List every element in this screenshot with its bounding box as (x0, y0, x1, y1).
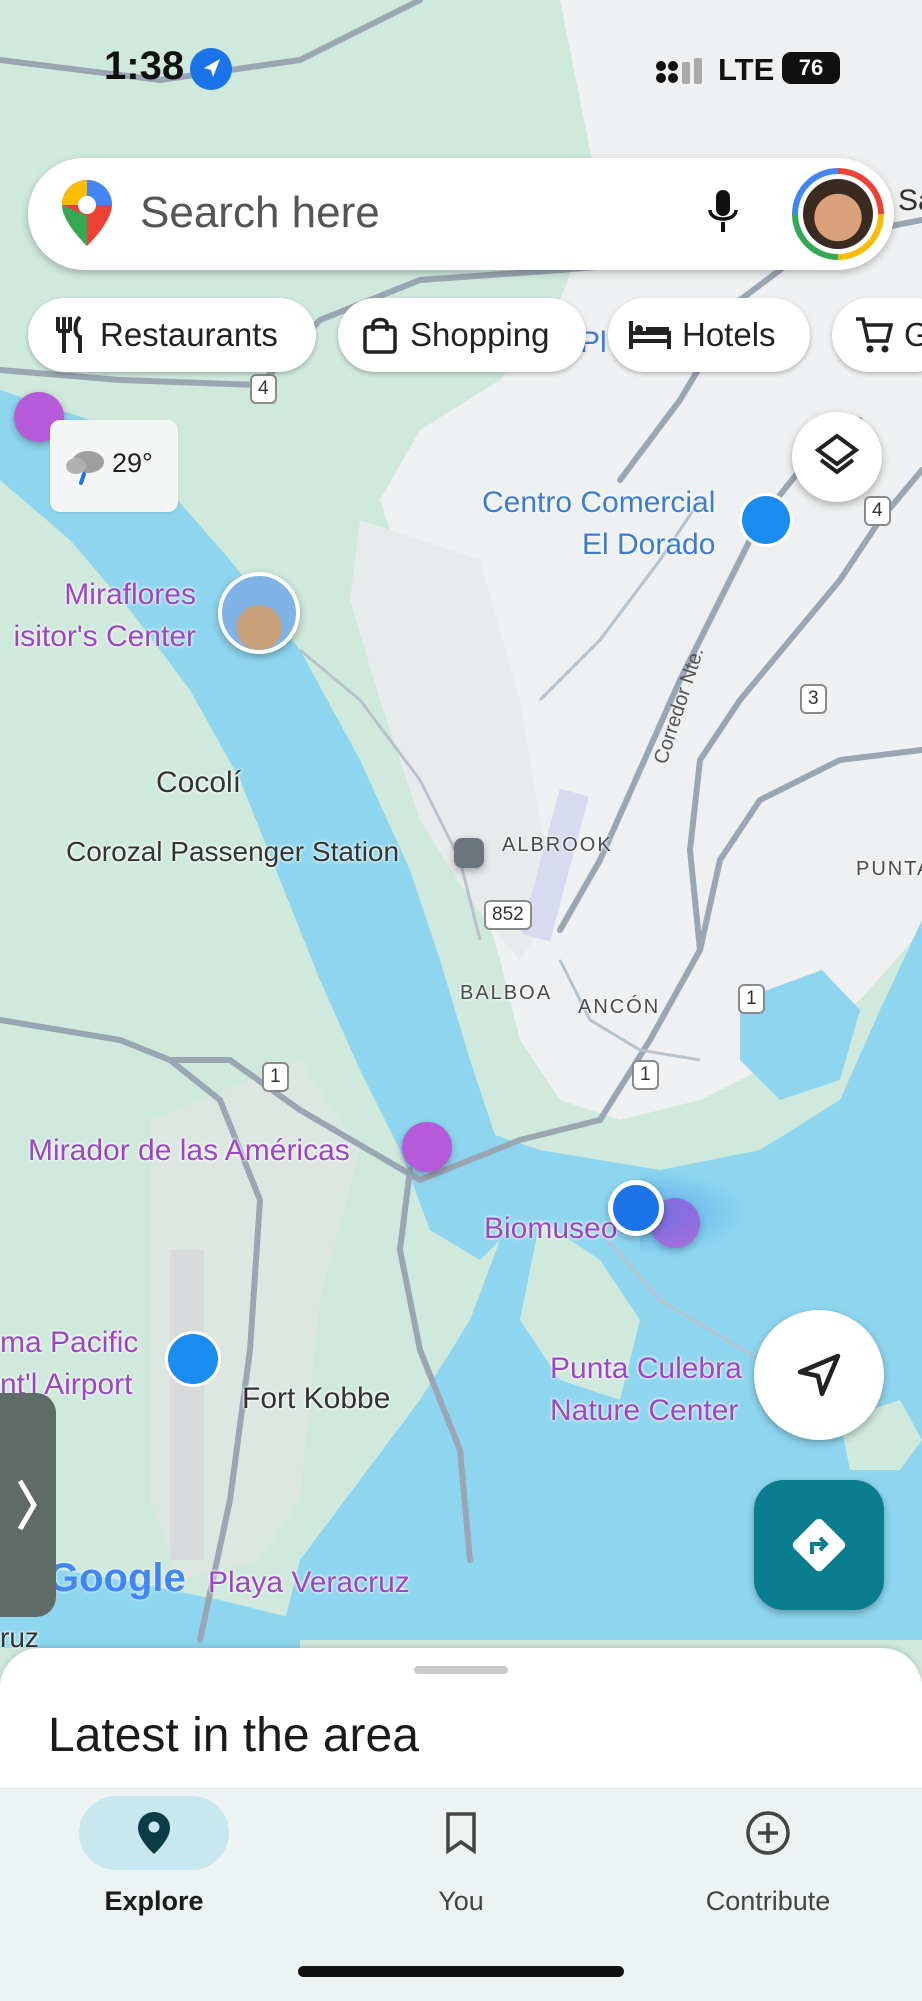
route-1-shield: 1 (632, 1060, 659, 1090)
recenter-button[interactable] (754, 1310, 884, 1440)
route-852-shield: 852 (484, 900, 532, 930)
district-label-balboa: BALBOA (460, 982, 553, 1004)
nav-explore-label: Explore (104, 1886, 204, 1916)
microphone-icon[interactable] (706, 188, 740, 241)
route-3-shield: 3 (800, 684, 827, 714)
side-panel-tab[interactable] (0, 1393, 56, 1617)
location-arrow-icon (190, 48, 232, 90)
camera-pin-icon[interactable] (402, 1122, 452, 1172)
route-1-shield: 1 (262, 1062, 289, 1092)
chip-label: G (904, 316, 922, 353)
rain-cloud-icon (64, 446, 108, 491)
partial-search-label: Sa (898, 184, 922, 217)
sheet-title: Latest in the area (48, 1709, 419, 1762)
chevron-right-icon (17, 1479, 37, 1531)
network-label: LTE (718, 52, 775, 87)
account-avatar[interactable] (792, 168, 884, 260)
shopping-pin-icon[interactable] (742, 496, 790, 544)
miraflores-photo-pin[interactable] (218, 572, 300, 654)
navigation-arrow-icon (797, 1353, 841, 1397)
chip-label: Hotels (682, 316, 776, 353)
poi-label-biomuseo[interactable]: Biomuseo (484, 1208, 617, 1250)
status-time: 1:38 (104, 44, 185, 88)
chip-restaurants[interactable]: Restaurants (28, 298, 316, 372)
route-4-shield: 4 (250, 374, 277, 404)
poi-line: Punta Culebra (550, 1352, 742, 1385)
chip-hotels[interactable]: Hotels (608, 298, 810, 372)
nav-contribute-label: Contribute (705, 1886, 831, 1916)
directions-button[interactable] (754, 1480, 884, 1610)
current-location-dot (608, 1180, 664, 1236)
sheet-drag-handle[interactable] (414, 1666, 508, 1674)
battery-icon: 76 (782, 52, 840, 84)
train-station-icon[interactable] (454, 838, 484, 868)
chip-label: Shopping (410, 316, 550, 353)
explore-pill (79, 1796, 229, 1870)
district-label-ancon: ANCÓN (578, 996, 661, 1018)
poi-label-corozal[interactable]: Corozal Passenger Station (66, 836, 399, 868)
chip-shopping[interactable]: Shopping (338, 298, 586, 372)
poi-label-miraflores[interactable]: Miraflores isitor's Center (0, 574, 196, 658)
home-indicator[interactable] (298, 1966, 624, 1977)
layers-button[interactable] (792, 412, 882, 502)
district-label-albrook: ALBROOK (502, 834, 613, 856)
map-pin-icon (138, 1812, 170, 1854)
temperature-label: 29° (112, 448, 153, 478)
poi-line: ma Pacific (0, 1326, 139, 1359)
district-label-punta: PUNTA (856, 858, 922, 880)
signal-bars-icon (656, 58, 704, 91)
poi-label-centro-comercial[interactable]: Centro Comercial El Dorado (464, 482, 715, 566)
poi-label-mirador[interactable]: Mirador de las Américas (28, 1130, 350, 1172)
layers-icon (814, 433, 860, 475)
nav-explore[interactable]: Explore (54, 1796, 254, 1917)
nav-you[interactable]: You (361, 1796, 561, 1917)
airport-pin-icon[interactable] (168, 1334, 218, 1384)
poi-line: isitor's Center (13, 620, 196, 653)
place-label-fort-kobbe: Fort Kobbe (242, 1382, 391, 1415)
bed-icon (629, 321, 671, 349)
chip-groceries[interactable]: G (832, 298, 922, 372)
shopping-bag-icon (363, 317, 397, 354)
poi-label-playa-veracruz[interactable]: Playa Veracruz (208, 1562, 410, 1604)
place-label-cocoli: Cocolí (156, 766, 242, 799)
bookmark-icon (446, 1812, 476, 1854)
nav-you-label: You (438, 1886, 484, 1916)
utensils-icon (56, 315, 82, 353)
chip-label: Restaurants (100, 316, 278, 353)
poi-line: Nature Center (550, 1394, 739, 1427)
nav-contribute[interactable]: Contribute (668, 1796, 868, 1917)
search-input[interactable]: Search here (140, 188, 380, 238)
poi-line: Miraflores (64, 578, 196, 611)
poi-label-punta-culebra[interactable]: Punta Culebra Nature Center (550, 1348, 742, 1432)
route-1-shield: 1 (738, 984, 765, 1014)
google-logo: Google (48, 1556, 186, 1600)
add-circle-icon (746, 1811, 790, 1855)
poi-line: Centro Comercial (481, 486, 716, 519)
google-maps-pin-icon (62, 180, 112, 251)
cart-icon (856, 317, 894, 353)
directions-icon (792, 1518, 846, 1572)
poi-line: El Dorado (582, 528, 716, 561)
